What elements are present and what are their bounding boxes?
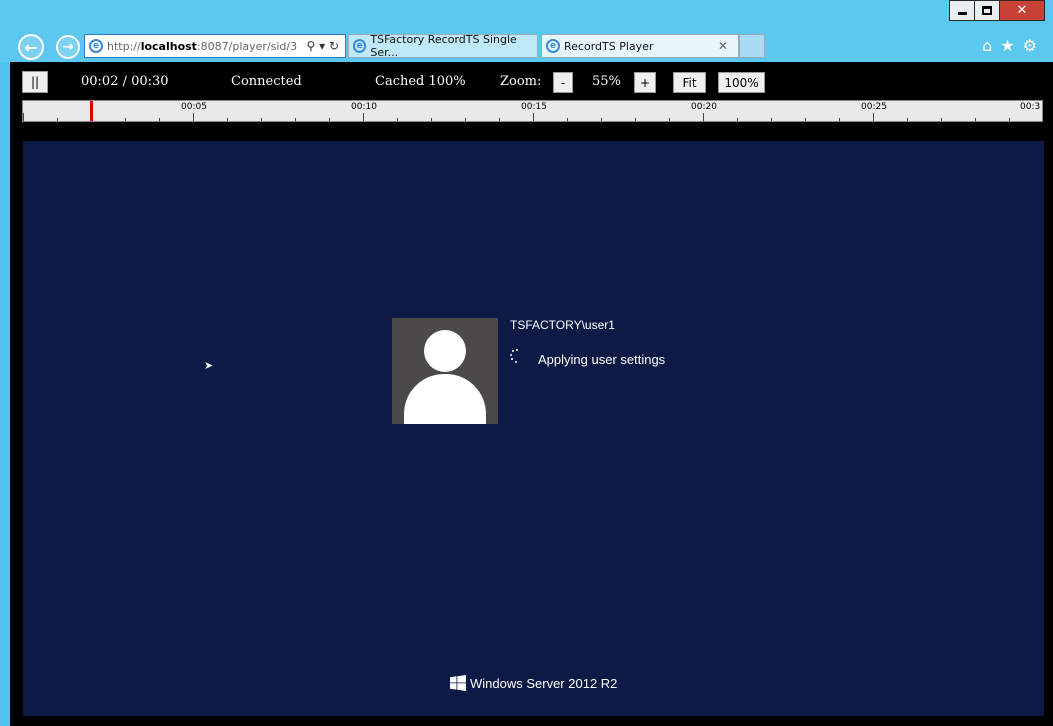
timeline-tick: [669, 118, 670, 121]
cache-status: Cached 100%: [375, 74, 466, 89]
timeline-tick: [941, 118, 942, 121]
zoom-100-button[interactable]: 100%: [718, 72, 765, 93]
url-host: localhost: [140, 39, 197, 53]
timeline-tick: [635, 118, 636, 121]
timeline-tick: [907, 118, 908, 121]
window-controls: ✕: [949, 0, 1045, 21]
timeline-tick: [975, 118, 976, 121]
browser-navbar: ← → e http://localhost:8087/player/sid/3…: [0, 30, 1053, 62]
address-bar[interactable]: e http://localhost:8087/player/sid/3 ⚲ ▾…: [84, 34, 346, 58]
timeline-tick: [567, 118, 568, 121]
time-display: 00:02 / 00:30: [81, 74, 169, 89]
back-arrow-icon: ←: [24, 37, 38, 57]
address-tools: ⚲ ▾ ↻: [306, 39, 339, 53]
maximize-button[interactable]: [974, 0, 1000, 21]
timeline-tick: [193, 113, 194, 121]
address-url: http://localhost:8087/player/sid/3: [107, 40, 297, 53]
zoom-fit-button[interactable]: Fit: [673, 72, 706, 93]
ie-icon: e: [89, 39, 103, 53]
player: || 00:02 / 00:30 Connected Cached 100% Z…: [10, 62, 1053, 726]
zoom-out-button[interactable]: -: [553, 72, 573, 93]
timeline-tick: [159, 118, 160, 121]
timeline-tick: [805, 118, 806, 121]
tab-label: RecordTS Player: [564, 39, 654, 53]
timeline-tick: [873, 113, 874, 121]
timeline-tick: [601, 118, 602, 121]
tab-recordts-player[interactable]: e RecordTS Player ✕: [541, 34, 739, 58]
back-button[interactable]: ←: [18, 34, 44, 60]
timeline-tick: [23, 113, 24, 121]
os-brand-label: Windows Server 2012 R2: [470, 675, 618, 691]
connection-status: Connected: [231, 74, 302, 89]
maximize-icon: [982, 6, 992, 15]
player-controls: || 00:02 / 00:30 Connected Cached 100% Z…: [10, 62, 1053, 98]
refresh-icon[interactable]: ↻: [329, 39, 339, 53]
timeline-tick-label: 00:10: [351, 102, 377, 112]
session-screen: TSFACTORY\user1 Applying user settings ➤…: [23, 141, 1044, 716]
browser-tools: ⌂ ★ ⚙: [982, 36, 1037, 55]
timeline-tick-label: 00:3: [1020, 102, 1041, 112]
timeline-tick: [261, 118, 262, 121]
url-path: :8087/player/sid/3: [196, 39, 298, 53]
mouse-cursor-icon: ➤: [204, 359, 214, 372]
timeline-tick: [227, 118, 228, 121]
timeline-tick: [397, 118, 398, 121]
timeline-tick: [703, 113, 704, 121]
user-avatar: [392, 318, 498, 424]
os-brand: Windows Server 2012 R2: [450, 675, 617, 691]
timeline-tick: [91, 118, 92, 121]
timeline-tick: [737, 118, 738, 121]
timeline-tick-label: 00:05: [181, 102, 207, 112]
zoom-label: Zoom:: [500, 74, 542, 89]
timeline-tick-label: 00:15: [521, 102, 547, 112]
timeline-tick: [465, 118, 466, 121]
timeline-tick: [57, 118, 58, 121]
url-scheme: http://: [107, 39, 141, 53]
window-titlebar: ✕: [0, 0, 1053, 30]
timeline-scrubber[interactable]: 00:05 00:10 00:15 00:20 00:25 00:3: [22, 100, 1043, 122]
timeline-tick: [499, 118, 500, 121]
close-icon: ✕: [1016, 3, 1028, 18]
timeline-tick: [295, 118, 296, 121]
forward-arrow-icon: →: [62, 39, 74, 55]
timeline-tick: [771, 118, 772, 121]
favorites-star-icon[interactable]: ★: [1000, 36, 1014, 55]
ie-tab-icon: e: [353, 39, 367, 53]
close-button[interactable]: ✕: [999, 0, 1045, 21]
new-tab-button[interactable]: [739, 34, 765, 58]
home-icon[interactable]: ⌂: [982, 36, 992, 55]
timeline-tick-label: 00:20: [691, 102, 717, 112]
timeline-tick: [363, 113, 364, 121]
timeline-tick: [839, 118, 840, 121]
tab-close-icon[interactable]: ✕: [718, 39, 728, 53]
ie-tab-icon: e: [546, 39, 560, 53]
search-icon[interactable]: ⚲: [306, 39, 315, 53]
timeline-tick: [431, 118, 432, 121]
tab-label: TSFactory RecordTS Single Ser...: [370, 33, 517, 59]
avatar-head: [424, 330, 466, 372]
username: TSFACTORY\user1: [510, 318, 615, 332]
forward-button[interactable]: →: [56, 35, 80, 59]
timeline-tick: [533, 113, 534, 121]
avatar-body: [404, 374, 486, 424]
timeline-tick-label: 00:25: [861, 102, 887, 112]
tab-tsfactory[interactable]: e TSFactory RecordTS Single Ser...: [348, 33, 538, 59]
zoom-value: 55%: [592, 74, 621, 89]
login-status: Applying user settings: [538, 352, 666, 367]
minimize-button[interactable]: [949, 0, 975, 21]
timeline-tick: [329, 118, 330, 121]
loading-spinner-icon: [510, 349, 518, 363]
settings-gear-icon[interactable]: ⚙: [1023, 36, 1037, 55]
pause-button[interactable]: ||: [22, 71, 48, 93]
windows-logo-icon: [450, 675, 466, 691]
zoom-in-button[interactable]: +: [634, 72, 656, 93]
timeline-tick: [1009, 118, 1010, 121]
timeline-tick: [125, 118, 126, 121]
minimize-icon: [957, 12, 967, 15]
